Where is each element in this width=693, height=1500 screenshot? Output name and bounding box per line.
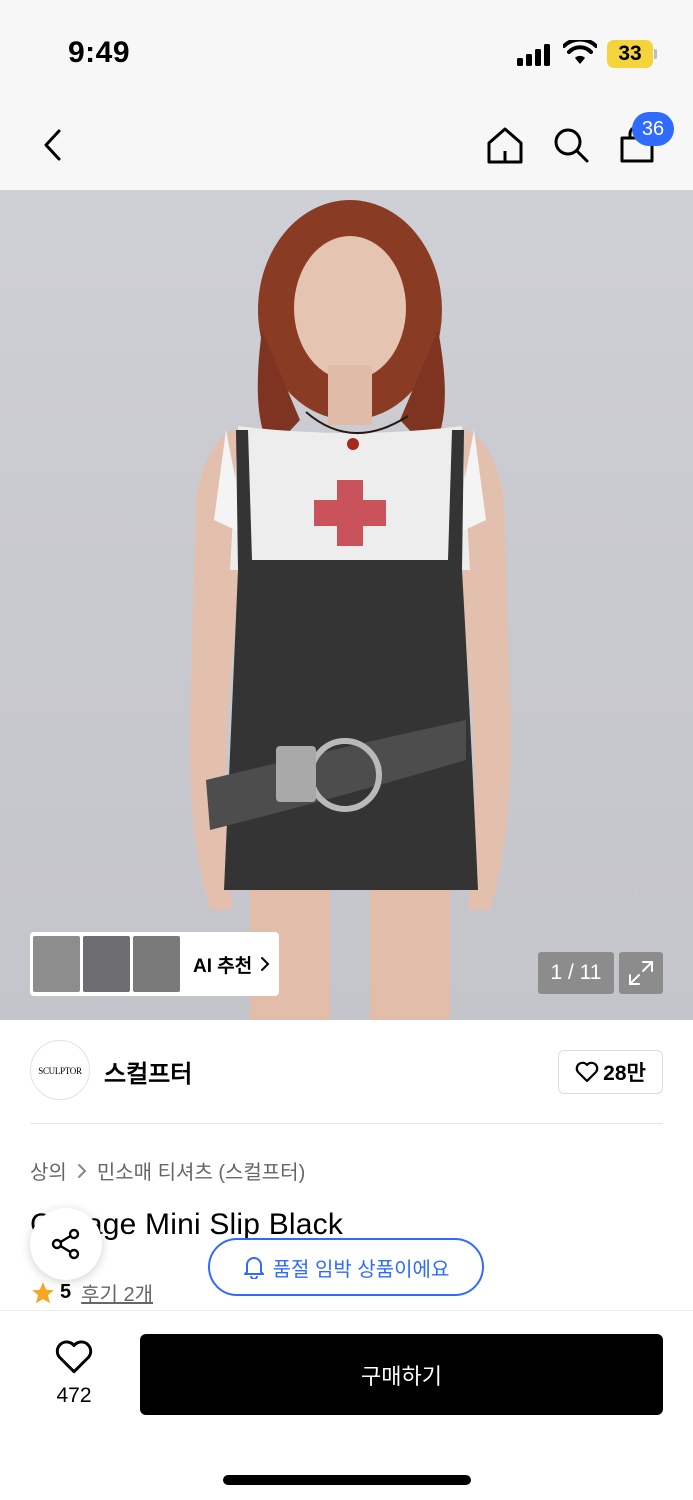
heart-icon <box>575 1061 599 1083</box>
cart-count-badge: 36 <box>632 112 674 146</box>
ai-thumb-3 <box>133 936 180 992</box>
wishlist-button[interactable]: 472 <box>38 1339 110 1419</box>
buy-button[interactable]: 구매하기 <box>140 1334 663 1415</box>
bottom-action-bar: 472 구매하기 <box>0 1310 693 1500</box>
heart-icon <box>55 1340 93 1374</box>
soldout-alert-pill[interactable]: 품절 임박 상품이에요 <box>208 1238 484 1296</box>
ai-recommend-chip[interactable]: AI 추천 <box>30 932 279 996</box>
cellular-signal-icon <box>517 44 553 66</box>
review-count-link[interactable]: 후기 2개 <box>81 1278 153 1307</box>
battery-level: 33 <box>607 40 653 68</box>
wishlist-count: 472 <box>56 1384 92 1407</box>
ai-thumb-2 <box>83 936 130 992</box>
search-button[interactable] <box>544 118 598 172</box>
home-indicator[interactable] <box>223 1475 471 1485</box>
wifi-icon <box>562 37 598 66</box>
back-button[interactable] <box>26 118 80 172</box>
search-icon <box>554 128 589 163</box>
brand-name[interactable]: 스컬프터 <box>104 1054 192 1089</box>
rating-row: 5 후기 2개 <box>30 1278 153 1307</box>
top-nav-bar <box>0 100 693 190</box>
chevron-right-icon <box>261 957 270 971</box>
home-icon <box>487 127 523 164</box>
brand-logo[interactable]: SCULPTOR <box>30 1040 90 1100</box>
product-photo <box>189 200 511 1020</box>
brand-row[interactable]: SCULPTOR 스컬프터 28만 <box>30 1040 663 1102</box>
status-time: 9:49 <box>68 36 131 69</box>
expand-icon <box>629 961 653 985</box>
ai-recommend-label: AI 추천 <box>193 955 253 977</box>
status-bar: 9:49 33 <box>0 0 693 100</box>
rating-value: 5 <box>60 1281 72 1303</box>
breadcrumb-subcategory[interactable]: 민소매 티셔츠 (스컬프터) <box>97 1156 305 1185</box>
chevron-left-icon <box>44 129 61 161</box>
star-icon <box>32 1281 54 1303</box>
home-button[interactable] <box>478 118 532 172</box>
share-icon <box>51 1228 80 1260</box>
breadcrumb-category[interactable]: 상의 <box>30 1156 67 1185</box>
brand-like-count: 28만 <box>603 1062 646 1085</box>
soldout-alert-text: 품절 임박 상품이에요 <box>272 1258 450 1281</box>
battery-icon: 33 <box>607 40 657 68</box>
section-divider <box>30 1123 663 1124</box>
image-counter: 1 / 11 <box>538 952 614 994</box>
product-image-gallery[interactable]: AI 추천 1 / 11 <box>0 190 693 1020</box>
share-button[interactable] <box>30 1208 102 1280</box>
expand-image-button[interactable] <box>619 952 663 994</box>
brand-like-button[interactable]: 28만 <box>558 1050 663 1094</box>
bell-icon <box>243 1257 264 1279</box>
ai-thumb-1 <box>33 936 80 992</box>
chevron-right-icon <box>77 1163 87 1178</box>
breadcrumb: 상의 민소매 티셔츠 (스컬프터) <box>30 1156 305 1185</box>
